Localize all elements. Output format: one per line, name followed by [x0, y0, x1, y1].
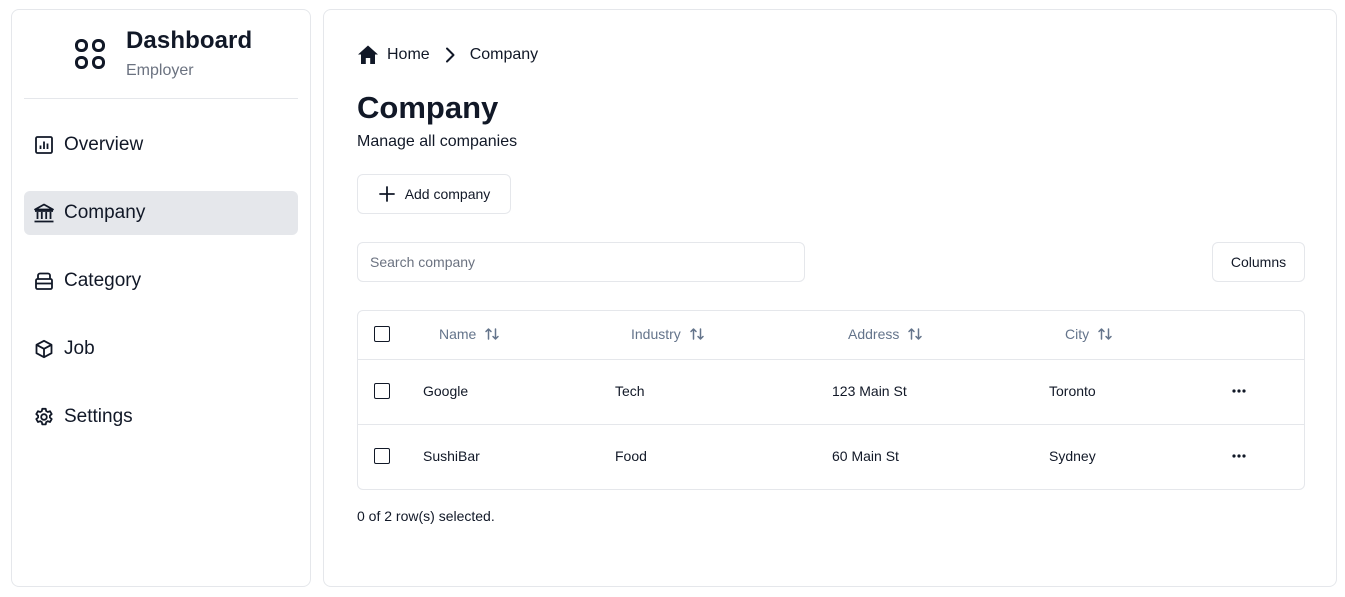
column-header-label: Name [439, 326, 477, 342]
cell-industry: Food [615, 448, 647, 464]
breadcrumb-home-link[interactable]: Home [387, 46, 430, 64]
cell-industry: Tech [615, 383, 645, 399]
sidebar-item-company[interactable]: Company [24, 191, 298, 235]
sort-icon [484, 326, 500, 342]
sidebar: Dashboard Employer Overview Company Cate… [11, 9, 311, 587]
sidebar-item-label: Overview [64, 134, 144, 155]
row-checkbox[interactable] [374, 448, 390, 464]
gear-icon [33, 406, 55, 428]
package-icon [33, 338, 55, 360]
sidebar-item-label: Company [64, 202, 146, 223]
add-company-label: Add company [404, 186, 491, 202]
cell-address: 60 Main St [832, 448, 899, 464]
select-all-checkbox[interactable] [374, 326, 390, 342]
home-icon[interactable] [357, 44, 379, 66]
brand: Dashboard Employer [12, 10, 310, 99]
brand-subtitle: Employer [126, 62, 194, 79]
more-horizontal-icon[interactable] [1228, 380, 1250, 402]
page-title: Company [357, 90, 499, 125]
breadcrumb: Home Company [357, 43, 538, 67]
page-subtitle: Manage all companies [357, 133, 518, 150]
chart-icon [33, 134, 55, 156]
search-input[interactable] [357, 242, 805, 282]
plus-icon [378, 185, 396, 203]
cell-name: SushiBar [423, 448, 480, 464]
column-header-industry[interactable]: Industry [631, 326, 705, 342]
sidebar-item-label: Settings [64, 406, 133, 427]
cell-address: 123 Main St [832, 383, 907, 399]
breadcrumb-current: Company [469, 46, 539, 63]
column-header-label: Industry [631, 326, 681, 342]
sidebar-item-category[interactable]: Category [24, 259, 298, 303]
more-horizontal-icon[interactable] [1228, 445, 1250, 467]
drawer-icon [33, 270, 55, 292]
column-header-label: Address [848, 326, 900, 342]
main-panel: Home Company Company Manage all companie… [323, 9, 1337, 587]
brand-title: Dashboard [126, 27, 253, 54]
column-header-city[interactable]: City [1065, 326, 1113, 342]
sidebar-item-label: Job [64, 338, 95, 359]
bank-icon [33, 202, 55, 224]
sort-icon [907, 326, 923, 342]
divider [24, 98, 298, 99]
table-row: Google Tech 123 Main St Toronto [358, 360, 1304, 425]
add-company-button[interactable]: Add company [357, 174, 511, 214]
company-table: Name Industry Address City Google Tech 1… [357, 310, 1305, 490]
sort-icon [689, 326, 705, 342]
chevron-right-icon [440, 45, 460, 65]
sidebar-item-settings[interactable]: Settings [24, 395, 298, 439]
sidebar-item-overview[interactable]: Overview [24, 123, 298, 167]
cell-city: Toronto [1049, 383, 1096, 399]
column-header-label: City [1065, 326, 1090, 342]
apps-grid-icon [74, 38, 106, 70]
sidebar-item-label: Category [64, 270, 142, 291]
cell-city: Sydney [1049, 448, 1096, 464]
row-checkbox[interactable] [374, 383, 390, 399]
table-row: SushiBar Food 60 Main St Sydney [358, 425, 1304, 489]
cell-name: Google [423, 383, 469, 399]
table-header: Name Industry Address City [358, 311, 1304, 360]
column-header-address[interactable]: Address [848, 326, 923, 342]
selection-status: 0 of 2 row(s) selected. [357, 508, 495, 524]
sidebar-item-job[interactable]: Job [24, 327, 298, 371]
column-header-name[interactable]: Name [439, 326, 500, 342]
sort-icon [1097, 326, 1113, 342]
columns-button[interactable]: Columns [1212, 242, 1305, 282]
